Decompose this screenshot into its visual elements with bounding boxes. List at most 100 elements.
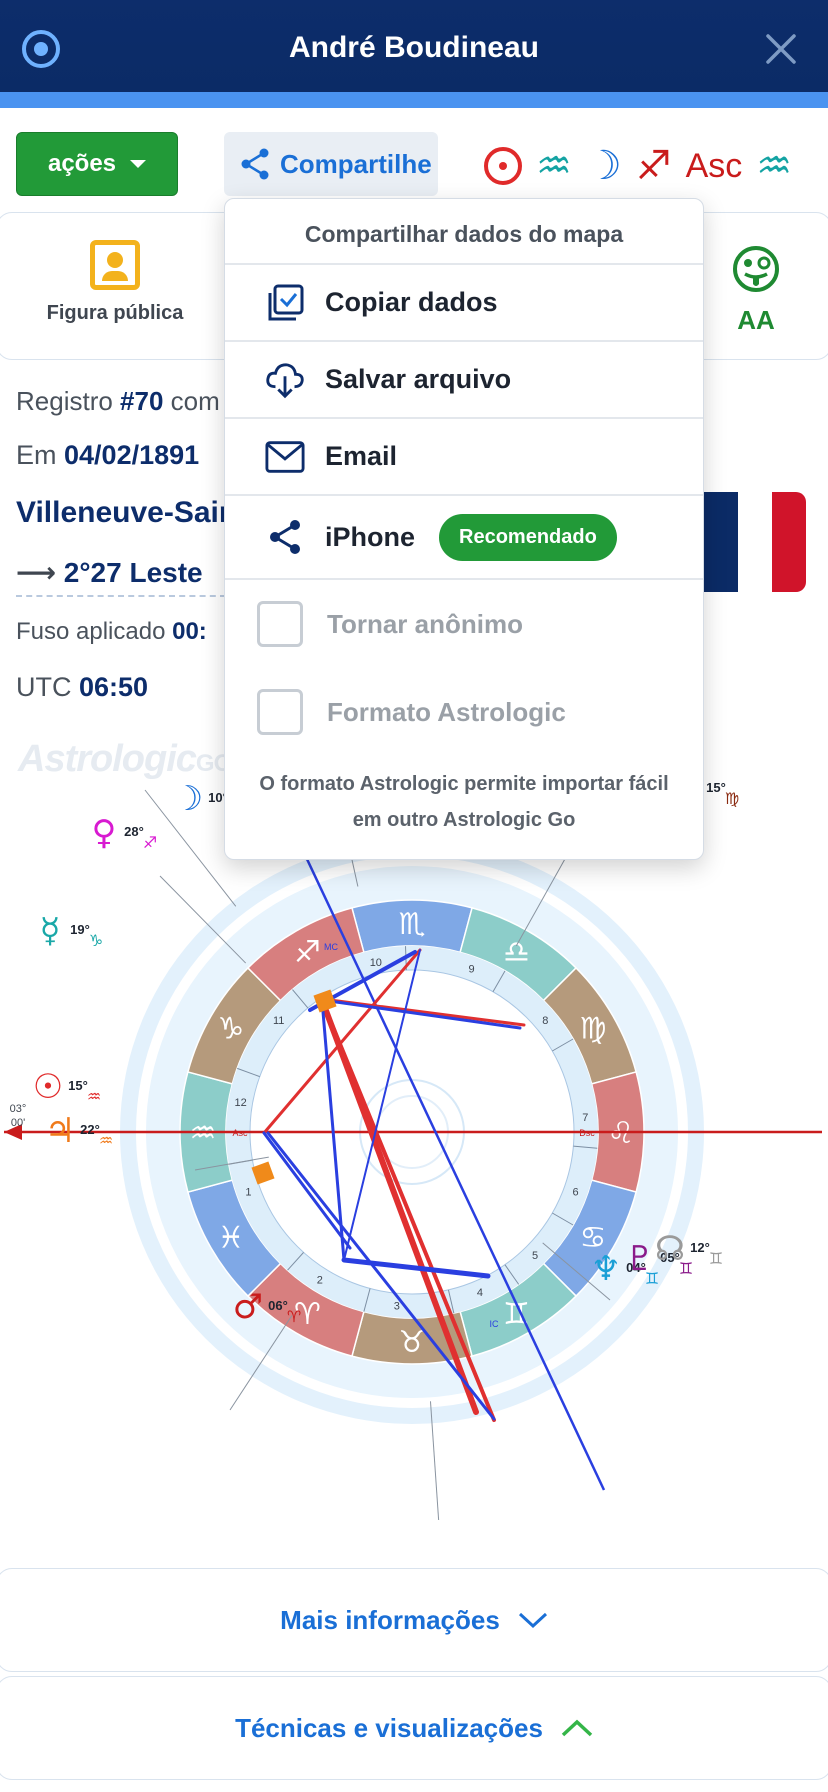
actions-label: ações — [47, 150, 117, 177]
planet-degree: 19° — [70, 922, 90, 937]
aquarius-icon: ♒ — [536, 143, 572, 189]
house-number: 6 — [572, 1187, 578, 1199]
share-menu-title: Compartilhar dados do mapa — [225, 199, 703, 265]
planet-degree: 22° — [80, 1122, 100, 1137]
house-number: 8 — [542, 1015, 548, 1027]
zodiac-sign-glyph: ♍ — [580, 1012, 607, 1047]
chart-summary-symbols: ♒ ☽ ♐ Asc ♒ — [484, 136, 792, 196]
save-file-item[interactable]: Salvar arquivo — [225, 342, 703, 419]
share-menu: Compartilhar dados do mapa Copiar dados … — [224, 198, 704, 860]
rodden-rating[interactable]: AA — [724, 244, 788, 336]
axis-label: IC — [490, 1319, 500, 1329]
more-info-label: Mais informações — [280, 1604, 500, 1635]
astrologic-format-label: Formato Astrologic — [327, 696, 566, 727]
sun-icon — [484, 147, 522, 185]
anonymize-label: Tornar anônimo — [327, 608, 523, 639]
share-label: Compartilhe — [280, 148, 432, 179]
zodiac-sign-glyph: ♐ — [294, 935, 321, 970]
longitude[interactable]: ⟶ 2°27 Leste — [16, 556, 226, 597]
planet-sign: ♊ — [709, 1249, 723, 1268]
actions-button[interactable]: ações — [16, 132, 178, 196]
house-number: 2 — [317, 1275, 323, 1287]
planet-glyph: ♃ — [45, 1111, 75, 1151]
astrologic-format-option[interactable]: Formato Astrologic — [225, 668, 703, 756]
iphone-label: iPhone — [325, 521, 416, 552]
close-icon[interactable] — [764, 32, 798, 66]
techniques-label: Técnicas e visualizações — [235, 1712, 543, 1743]
date-line: Em 04/02/1891 — [16, 440, 199, 471]
planet-sign: ♈ — [287, 1307, 301, 1326]
more-info-section[interactable]: Mais informações — [0, 1568, 828, 1672]
house-number: 11 — [273, 1015, 284, 1027]
longitude-value: 2°27 Leste — [63, 557, 203, 588]
planet-glyph: ♇ — [625, 1239, 655, 1279]
email-item[interactable]: Email — [225, 419, 703, 496]
rating-label: AA — [737, 305, 775, 335]
anonymize-checkbox[interactable] — [257, 601, 303, 647]
public-figure-label: Figura pública — [46, 302, 184, 324]
planet-glyph: ☉ — [33, 1067, 63, 1107]
recommended-badge: Recomendado — [439, 513, 617, 561]
share-icon — [241, 148, 269, 180]
planet-sign: ♒ — [99, 1131, 113, 1150]
zodiac-sign-glyph: ♉ — [399, 1325, 426, 1360]
app-screen: André Boudineau ações Compartilhe ♒ ☽ ♐ … — [0, 0, 828, 1792]
email-label: Email — [325, 441, 398, 471]
copy-data-label: Copiar dados — [325, 287, 498, 317]
share-button[interactable]: Compartilhe — [224, 132, 438, 196]
house-number: 9 — [468, 963, 474, 975]
record-line: Registro #70 com — [16, 386, 220, 417]
sagittarius-icon: ♐ — [635, 143, 672, 189]
mail-icon — [265, 437, 305, 477]
timezone-prefix: Fuso aplicado — [16, 618, 173, 645]
house-number: 3 — [394, 1300, 400, 1312]
planet-sign: ♒ — [87, 1087, 101, 1106]
planet-sign: ♍ — [725, 789, 739, 808]
aquarius-icon: ♒ — [756, 143, 793, 189]
person-card-icon — [90, 240, 140, 290]
planet-glyph: ♆ — [591, 1249, 621, 1289]
page-title: André Boudineau — [288, 31, 539, 64]
zodiac-sign-glyph: ♏ — [399, 907, 426, 942]
chevron-down-icon — [518, 1612, 547, 1629]
planet-degree: 15° — [68, 1078, 88, 1093]
planet-glyph: ♂ — [233, 1287, 263, 1327]
moon-icon: ☽ — [585, 143, 622, 189]
natal-chart-wheel[interactable]: ♏♎♍♌♋♊♉♈♓♒♑♐123456789101112Asc DscMCIC03°… — [0, 760, 828, 1520]
arrow-right-icon: ⟶ — [16, 556, 57, 589]
timezone-value: 00: — [172, 618, 207, 645]
planet-glyph: ☿ — [40, 911, 61, 951]
birth-place[interactable]: Villeneuve-Sain — [16, 496, 237, 530]
format-note: O formato Astrologic permite importar fá… — [259, 773, 669, 831]
record-prefix: Registro — [16, 386, 121, 416]
france-flag — [704, 492, 806, 592]
iphone-share-item[interactable]: iPhone Recomendado — [225, 496, 703, 580]
house-number: 12 — [235, 1097, 247, 1109]
asc-degree-label: 03° — [10, 1103, 27, 1115]
birth-date: 04/02/1891 — [64, 440, 200, 470]
house-number: 1 — [245, 1187, 251, 1199]
zodiac-sign-glyph: ♑ — [218, 1012, 245, 1047]
axis-label: Dsc — [579, 1128, 595, 1138]
planet-glyph: ♀ — [92, 813, 117, 853]
planet-glyph: ☽ — [173, 779, 203, 819]
save-file-label: Salvar arquivo — [325, 364, 512, 394]
zodiac-sign-glyph: ♒ — [190, 1116, 217, 1151]
ascendant-label: Asc — [685, 146, 743, 185]
house-number: 4 — [477, 1287, 483, 1299]
techniques-section[interactable]: Técnicas e visualizações — [0, 1676, 828, 1780]
zodiac-sign-glyph: ♓ — [218, 1221, 245, 1256]
house-number: 10 — [370, 957, 382, 969]
asc-degree-label: 00' — [11, 1117, 25, 1129]
record-number: #70 — [120, 386, 164, 416]
anonymize-option[interactable]: Tornar anônimo — [225, 580, 703, 668]
astrologic-format-checkbox[interactable] — [257, 689, 303, 735]
zodiac-sign-glyph: ♎ — [503, 935, 530, 970]
house-number: 5 — [532, 1250, 538, 1262]
copy-data-item[interactable]: Copiar dados — [225, 265, 703, 342]
planet-degree: 28° — [124, 824, 144, 839]
public-figure-tag[interactable]: Figura pública — [40, 240, 190, 325]
planet-sign: ♐ — [143, 833, 157, 852]
utc-value: 06:50 — [79, 672, 149, 702]
planet-degree: 15° — [706, 780, 726, 795]
